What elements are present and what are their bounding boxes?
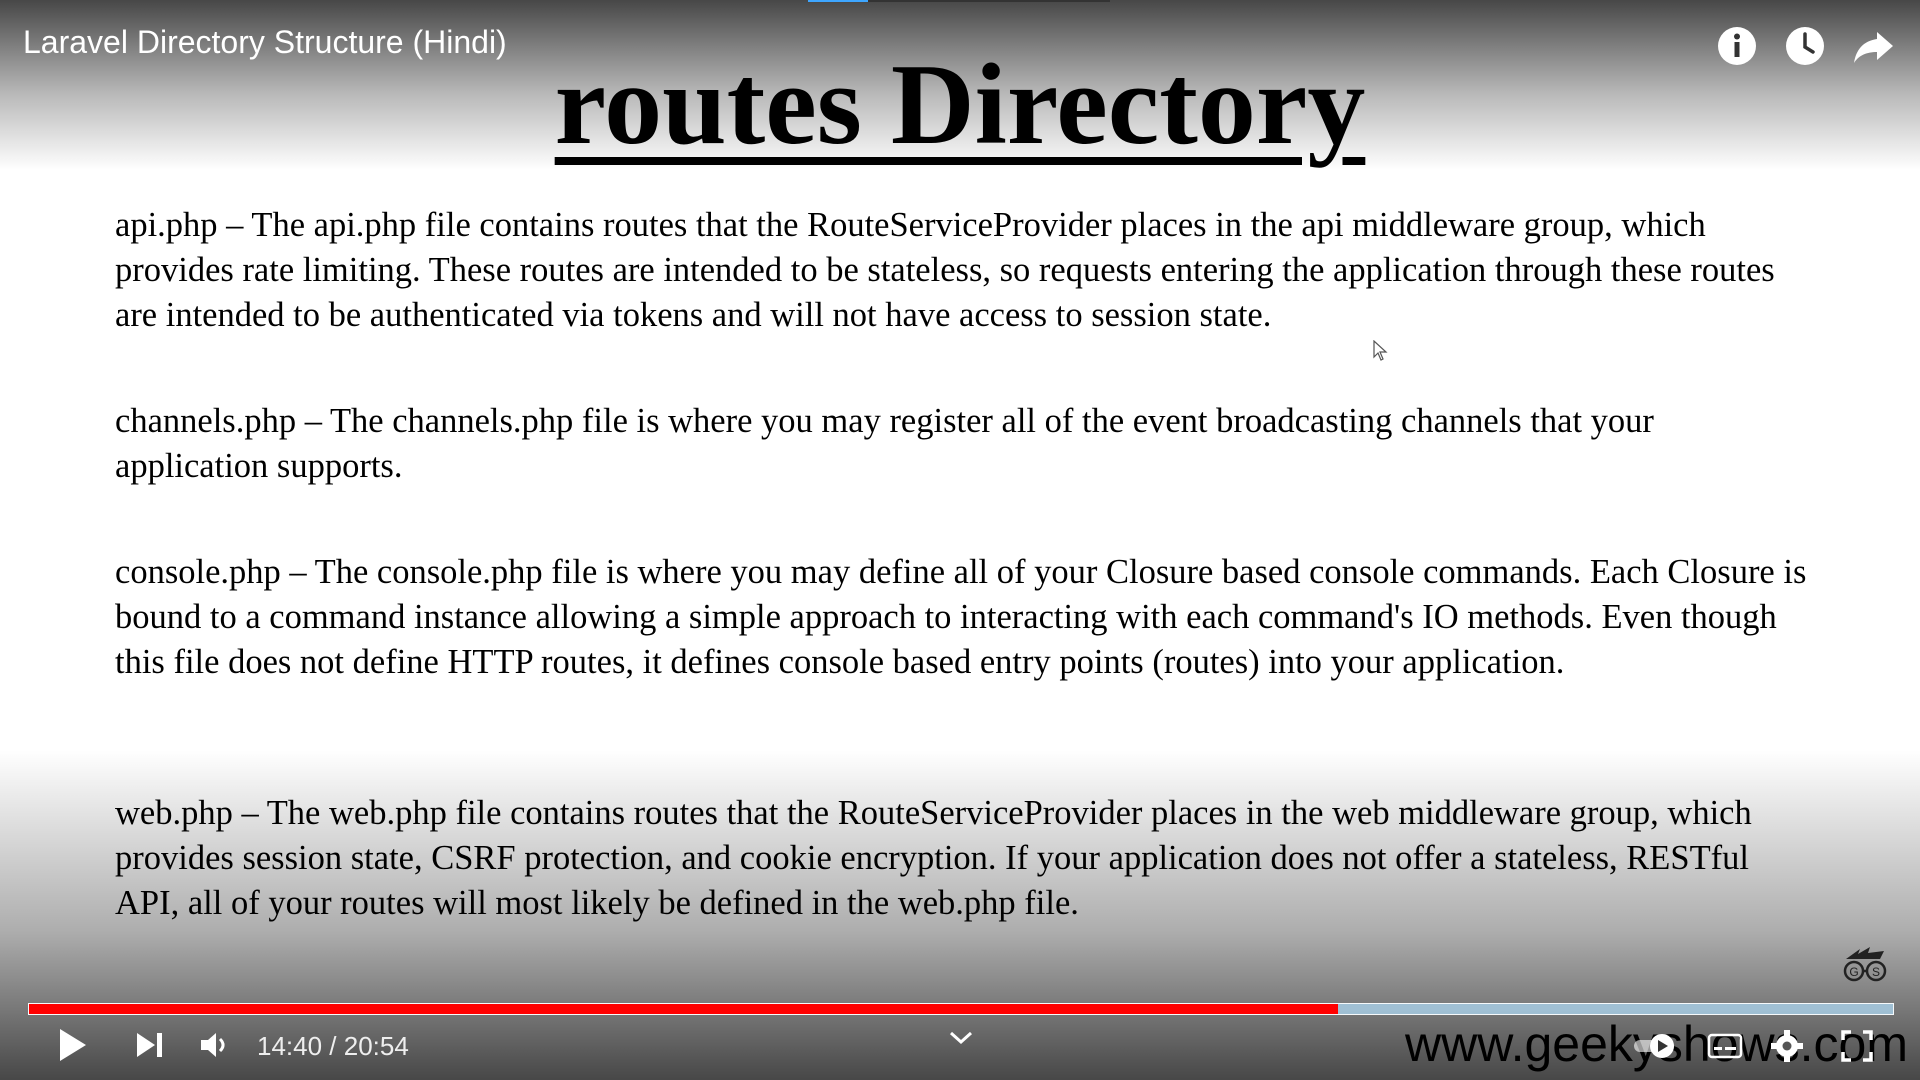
video-frame[interactable]: routes Directory api.php – The api.php f… xyxy=(0,0,1920,1080)
time-display: 14:40 / 20:54 xyxy=(257,1031,409,1061)
slide-title: routes Directory xyxy=(554,41,1366,169)
chevron-down-icon[interactable] xyxy=(948,1030,974,1046)
share-icon[interactable] xyxy=(1851,24,1895,68)
skip-next-icon[interactable] xyxy=(134,1030,166,1060)
autoplay-toggle-icon[interactable] xyxy=(1632,1032,1678,1060)
info-icon[interactable] xyxy=(1715,24,1759,68)
fullscreen-icon[interactable] xyxy=(1841,1030,1873,1062)
paragraph-api: api.php – The api.php file contains rout… xyxy=(115,206,1775,334)
svg-text:G: G xyxy=(1849,965,1858,979)
geekyshows-logo: G S xyxy=(1843,947,1887,982)
chapter-segment xyxy=(868,0,1110,2)
svg-text:S: S xyxy=(1872,965,1880,979)
gear-icon[interactable] xyxy=(1769,1028,1805,1064)
video-title[interactable]: Laravel Directory Structure (Hindi) xyxy=(23,24,507,61)
mouse-cursor-icon xyxy=(1373,340,1388,361)
subtitles-icon[interactable] xyxy=(1707,1033,1743,1059)
paragraph-console: console.php – The console.php file is wh… xyxy=(115,553,1807,681)
progress-played xyxy=(29,1004,1338,1014)
paragraph-channels: channels.php – The channels.php file is … xyxy=(115,402,1654,485)
play-icon[interactable] xyxy=(56,1026,90,1064)
clock-icon[interactable] xyxy=(1783,24,1827,68)
progress-bar[interactable] xyxy=(28,1003,1894,1015)
chapter-segment-active xyxy=(808,0,868,2)
volume-icon[interactable] xyxy=(199,1030,233,1060)
paragraph-web: web.php – The web.php file contains rout… xyxy=(115,794,1752,922)
